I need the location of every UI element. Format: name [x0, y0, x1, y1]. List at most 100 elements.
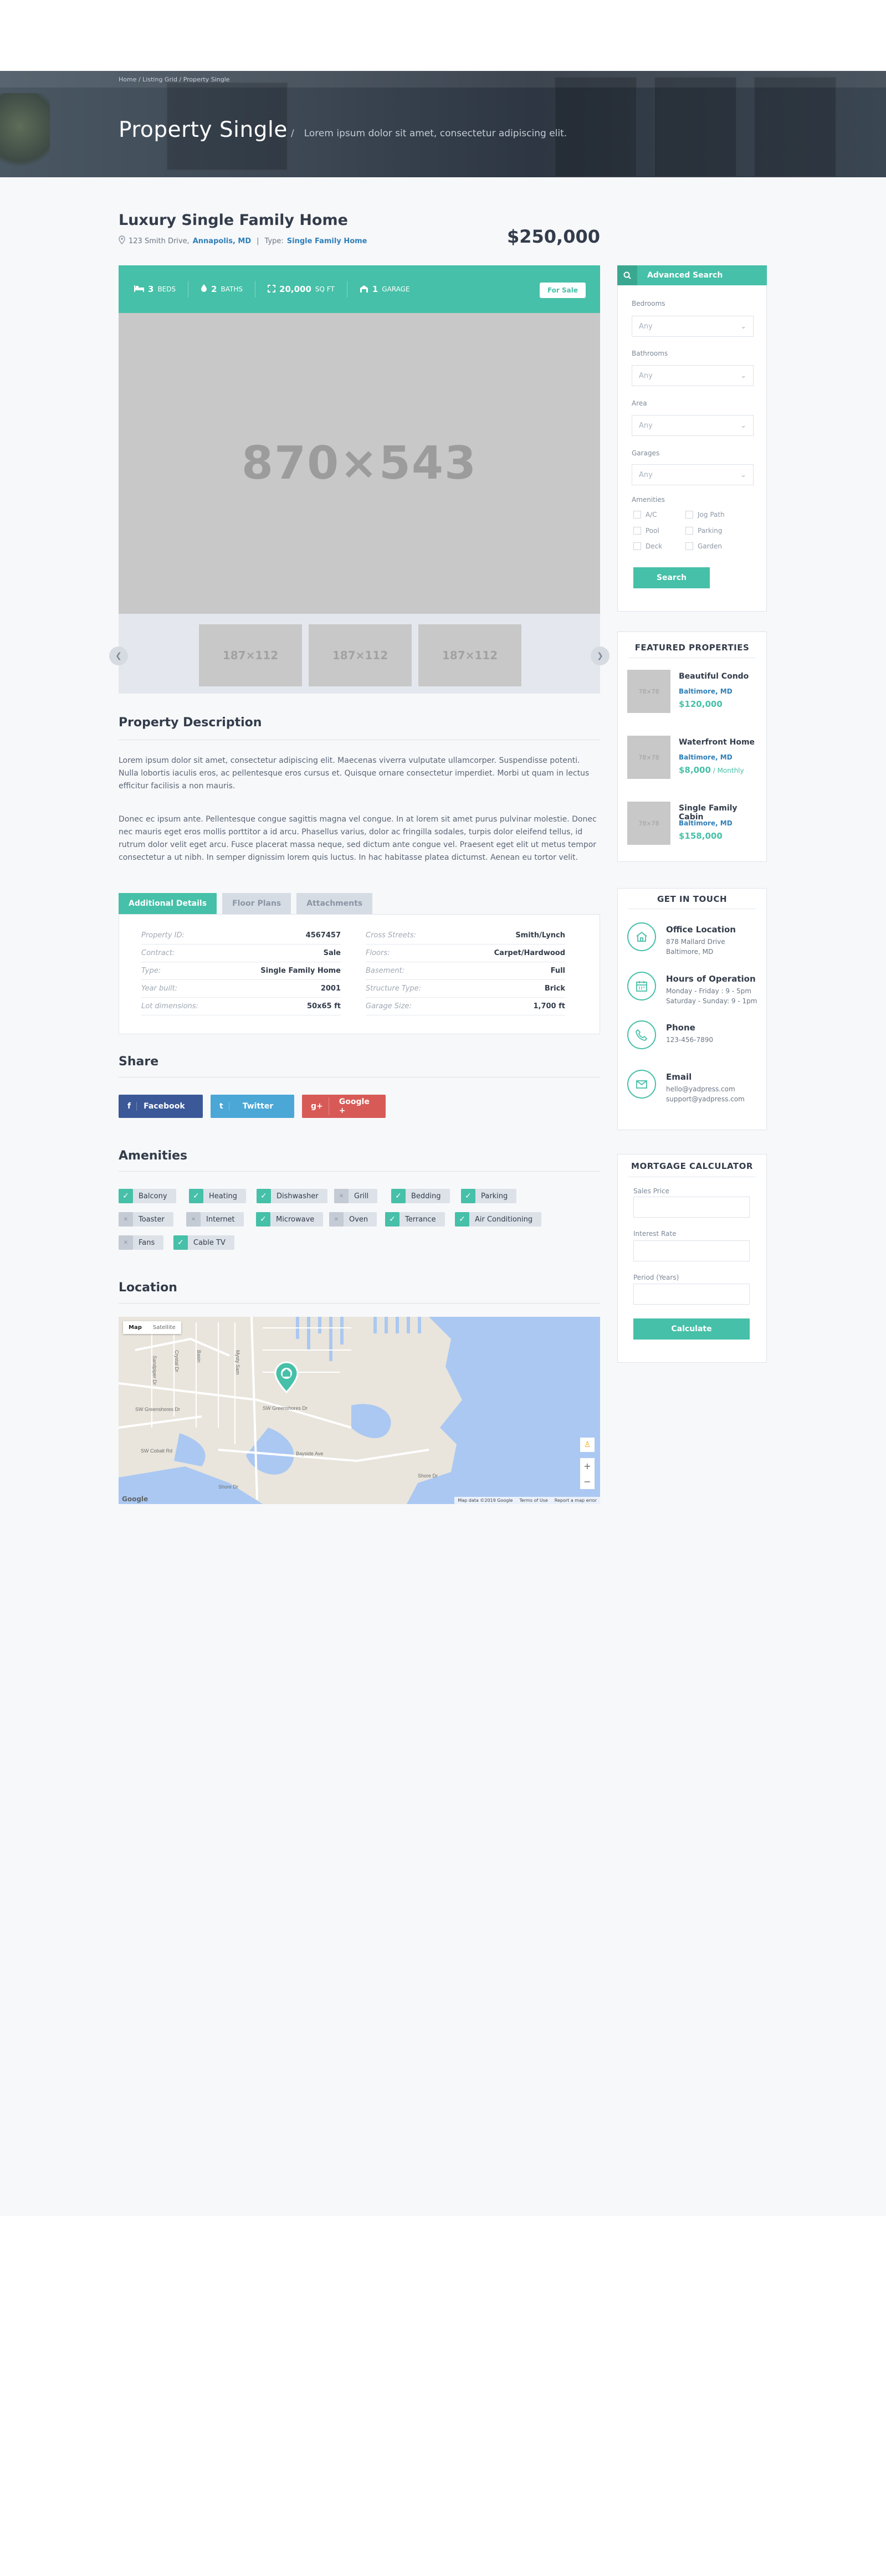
- window-decoration: [654, 76, 737, 177]
- featured-property-card[interactable]: 78×78 Single Family Cabin Baltimore, MD $15…: [627, 802, 760, 846]
- cross-icon: ✕: [119, 1212, 133, 1227]
- map-tab[interactable]: Map: [123, 1321, 147, 1334]
- type-label: Type:: [264, 237, 284, 245]
- address-city-link[interactable]: Annapolis, MD: [193, 237, 251, 245]
- satellite-tab[interactable]: Satellite: [147, 1321, 181, 1334]
- contact-line: hello@yadpress.com: [666, 1085, 735, 1093]
- thumbnail-image[interactable]: 187×112: [418, 624, 521, 686]
- featured-location[interactable]: Baltimore, MD: [679, 753, 733, 761]
- location-map[interactable]: Sandpiper Dr Crystal Dr Basin Mysty Sam …: [119, 1317, 600, 1504]
- featured-location[interactable]: Baltimore, MD: [679, 819, 733, 827]
- chevron-left-icon[interactable]: ❮: [109, 646, 128, 665]
- details-tabs: Additional Details Floor Plans Attachmen…: [119, 893, 373, 914]
- stat-garage: 1 GARAGE: [347, 281, 422, 297]
- calculate-button[interactable]: Calculate: [633, 1318, 750, 1340]
- tab-additional-details[interactable]: Additional Details: [119, 893, 217, 914]
- chevron-right-icon[interactable]: ❯: [591, 646, 610, 665]
- main-property-image[interactable]: 870×543: [119, 313, 600, 614]
- sales-price-label: Sales Price: [633, 1187, 670, 1195]
- title-separator: /: [291, 128, 294, 139]
- sales-price-input[interactable]: [633, 1197, 750, 1218]
- check-icon: ✓: [257, 1189, 271, 1203]
- amenity-checkbox[interactable]: A/C: [633, 511, 657, 519]
- page-title: Property Single: [119, 117, 288, 142]
- amenity-item: ✓ Bedding: [391, 1189, 450, 1203]
- twitter-share-button[interactable]: t Twitter: [211, 1095, 294, 1118]
- featured-property-card[interactable]: 78×78 Waterfront Home Baltimore, MD $8,000 …: [627, 736, 760, 780]
- thumbnail-image[interactable]: 187×112: [309, 624, 412, 686]
- bedrooms-select[interactable]: Any ⌄: [632, 316, 754, 337]
- street-view-icon[interactable]: ♙: [580, 1438, 595, 1452]
- map-marker-icon[interactable]: [274, 1361, 299, 1395]
- check-icon: ✓: [385, 1212, 400, 1227]
- contact-line: 878 Mallard Drive: [666, 938, 725, 946]
- featured-heading: FEATURED PROPERTIES: [634, 643, 750, 653]
- featured-property-card[interactable]: 78×78 Beautiful Condo Baltimore, MD $120,00…: [627, 670, 760, 714]
- terms-link[interactable]: Terms of Use: [519, 1498, 547, 1503]
- amenity-checkbox[interactable]: Parking: [685, 527, 723, 535]
- thumbnail-strip: 187×112 187×112 187×112: [119, 614, 600, 694]
- cross-icon: ✕: [119, 1235, 133, 1250]
- amenity-checkbox[interactable]: Garden: [685, 542, 722, 550]
- detail-row: Garage Size: 1,700 ft: [366, 998, 565, 1015]
- details-column: Property ID: 4567457 Contract: Sale Type: S…: [141, 927, 341, 1015]
- contact-line: 123-456-7890: [666, 1036, 714, 1044]
- plant-decoration: [0, 93, 50, 176]
- contact-title: Phone: [666, 1023, 695, 1033]
- interest-rate-input[interactable]: [633, 1240, 750, 1261]
- featured-thumbnail[interactable]: 78×78: [627, 736, 670, 779]
- detail-row: Cross Streets: Smith/Lynch: [366, 927, 565, 945]
- check-icon: ✓: [461, 1189, 475, 1203]
- amenity-checkbox[interactable]: Pool: [633, 527, 659, 535]
- google-share-button[interactable]: g+ Google +: [302, 1095, 386, 1118]
- garages-select[interactable]: Any ⌄: [632, 464, 754, 485]
- bathrooms-select[interactable]: Any ⌄: [632, 365, 754, 386]
- details-panel: Property ID: 4567457 Contract: Sale Type: S…: [119, 914, 600, 1034]
- tab-floor-plans[interactable]: Floor Plans: [222, 893, 291, 914]
- detail-row: Floors: Carpet/Hardwood: [366, 945, 565, 962]
- featured-location[interactable]: Baltimore, MD: [679, 687, 733, 695]
- map-label: Mysty Sam: [235, 1350, 240, 1375]
- contact-heading: GET IN TOUCH: [657, 894, 728, 904]
- thumbnail-image[interactable]: 187×112: [199, 624, 302, 686]
- phone-icon: [627, 1020, 656, 1049]
- tab-attachments[interactable]: Attachments: [296, 893, 373, 914]
- map-label: Shore Dr: [218, 1484, 238, 1490]
- property-title: Luxury Single Family Home: [119, 212, 348, 229]
- report-link[interactable]: Report a map error: [555, 1498, 597, 1503]
- status-badge: For Sale: [539, 283, 586, 298]
- amenities-heading: Amenities: [119, 1149, 188, 1163]
- type-link[interactable]: Single Family Home: [287, 237, 367, 245]
- zoom-out-button[interactable]: −: [583, 1476, 591, 1487]
- map-label: Shore Dr: [418, 1473, 438, 1479]
- garage-icon: [360, 285, 368, 294]
- featured-title[interactable]: Waterfront Home: [679, 738, 755, 747]
- hero-banner: Home / Listing Grid / Property Single Pr…: [0, 71, 886, 177]
- featured-thumbnail[interactable]: 78×78: [627, 670, 670, 713]
- zoom-in-button[interactable]: +: [583, 1461, 591, 1471]
- amenity-item: ✕ Toaster: [119, 1212, 173, 1227]
- garages-label: Garages: [632, 449, 660, 457]
- contact-line: Baltimore, MD: [666, 948, 714, 956]
- map-canvas[interactable]: Sandpiper Dr Crystal Dr Basin Mysty Sam …: [119, 1317, 600, 1504]
- check-icon: ✓: [119, 1189, 133, 1203]
- amenity-item: ✓ Heating: [189, 1189, 246, 1203]
- area-label: Area: [632, 399, 647, 407]
- amenity-item: ✓ Dishwasher: [257, 1189, 327, 1203]
- amenity-checkbox[interactable]: Jog Path: [685, 511, 725, 519]
- search-button[interactable]: Search: [633, 567, 710, 588]
- featured-thumbnail[interactable]: 78×78: [627, 802, 670, 845]
- home-icon: [627, 922, 656, 951]
- contact-title: Office Location: [666, 925, 736, 935]
- amenity-item: ✕ Grill: [334, 1189, 378, 1203]
- amenity-checkbox[interactable]: Deck: [633, 542, 662, 550]
- property-price: $250,000: [506, 226, 600, 247]
- area-select[interactable]: Any ⌄: [632, 415, 754, 436]
- featured-title[interactable]: Beautiful Condo: [679, 672, 749, 681]
- map-label: SW Greenshores Dr: [135, 1407, 180, 1412]
- contact-title: Email: [666, 1072, 692, 1082]
- facebook-share-button[interactable]: f Facebook: [119, 1095, 203, 1118]
- period-input[interactable]: [633, 1284, 750, 1305]
- window-decoration: [554, 76, 637, 177]
- cross-icon: ✕: [334, 1189, 349, 1203]
